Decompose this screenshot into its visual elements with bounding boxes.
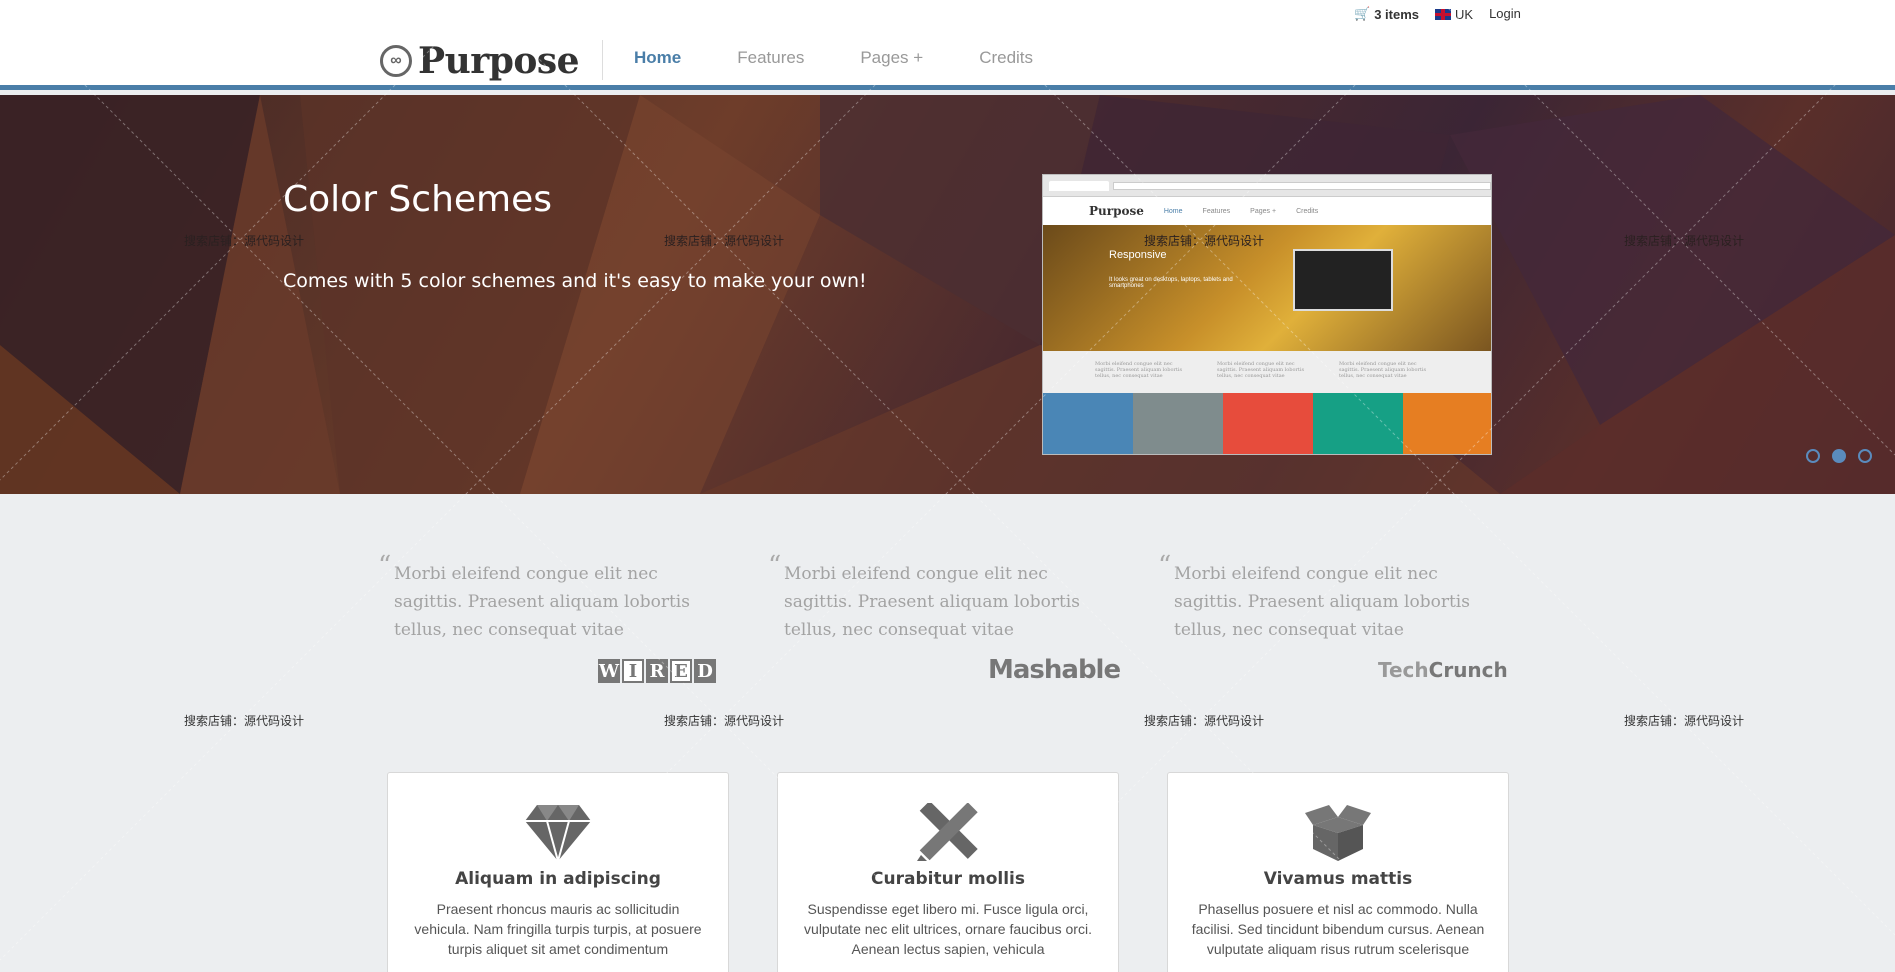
main-nav: Home Features Pages + Credits [634,48,1089,68]
preview-quotes: Morbi eleifend congue elit nec sagittis.… [1043,351,1491,393]
slider-dot-2[interactable] [1832,449,1846,463]
feature-card-2: Curabitur mollis Suspendisse eget libero… [777,772,1119,972]
press-quote-2: “ Morbi eleifend congue elit nec sagitti… [768,551,1080,640]
preview-quote: Morbi eleifend congue elit nec sagittis.… [1339,361,1427,379]
preview-quote: Morbi eleifend congue elit nec sagittis.… [1095,361,1183,379]
infinity-logo-icon: ∞ [380,45,412,77]
watermark: 搜索店铺：源代码设计 [664,234,785,248]
logo-divider [602,40,603,80]
nav-features[interactable]: Features [737,48,804,68]
hero-slider: Color Schemes Comes with 5 color schemes… [0,95,1895,494]
preview-nav-credits: Credits [1296,207,1319,215]
wired-logo: WIRED [598,659,716,683]
feature-title: Aliquam in adipiscing [455,869,661,889]
preview-browser-chrome [1043,175,1491,197]
watermark: 搜索店铺：源代码设计 [1624,714,1745,728]
slide-subtitle: Comes with 5 color schemes and it's easy… [283,270,867,292]
feature-text: Phasellus posuere et nisl ac commodo. Nu… [1191,901,1485,957]
techcrunch-logo: TechCrunch [1378,658,1508,682]
preview-quote: Morbi eleifend congue elit nec sagittis.… [1217,361,1305,379]
slider-dot-1[interactable] [1806,449,1820,463]
swatch-orange [1403,393,1491,454]
low-poly-background [0,95,1895,494]
open-box-icon [1305,805,1371,861]
nav-pages[interactable]: Pages + [860,48,923,68]
brand-name: Purpose [418,40,580,82]
preview-slide-text: It looks great on desktops, laptops, tab… [1109,277,1233,289]
language-selector[interactable]: UK [1435,6,1473,22]
watermark: 搜索店铺：源代码设计 [1624,234,1745,248]
uk-flag-icon [1435,8,1451,20]
preview-header: Purpose Home Features Pages + Credits [1043,197,1491,225]
swatch-teal [1313,393,1403,454]
quote-mark-icon: “ [1158,551,1172,581]
preview-nav-features: Features [1202,207,1231,215]
preview-slide-title: Responsive [1109,249,1167,261]
nav-home[interactable]: Home [634,48,681,68]
preview-nav-home: Home [1163,207,1183,215]
color-schemes-preview-image: Purpose Home Features Pages + Credits Re… [1042,174,1492,455]
quote-mark-icon: “ [768,551,782,581]
watermark: 搜索店铺：源代码设计 [184,234,305,248]
slider-dot-3[interactable] [1858,449,1872,463]
preview-logo: Purpose [1089,204,1144,218]
watermark: 搜索店铺：源代码设计 [664,714,785,728]
swatch-blue [1043,393,1133,454]
watermark: 搜索店铺：源代码设计 [1144,714,1265,728]
preview-tab [1049,180,1109,191]
feature-text: Suspendisse eget libero mi. Fusce ligula… [804,901,1092,957]
preview-hero: Responsive It looks great on desktops, l… [1043,225,1491,351]
site-logo[interactable]: ∞ Purpose [380,40,580,82]
quote-mark-icon: “ [378,551,392,581]
mashable-logo: Mashable [988,655,1121,685]
preview-nav-pages: Pages + [1250,207,1277,215]
site-header: 🛒 3 items UK Login ∞ Purpose Home Featur… [0,0,1895,90]
swatch-red [1223,393,1313,454]
utility-bar: 🛒 3 items UK Login [1354,6,1521,22]
pencil-ruler-icon [917,803,978,861]
cart-icon: 🛒 [1354,6,1371,21]
press-quote-3: “ Morbi eleifend congue elit nec sagitti… [1158,551,1470,640]
diamond-icon [525,805,591,861]
preview-address-bar [1112,181,1491,190]
feature-title: Curabitur mollis [871,869,1025,889]
feature-text: Praesent rhoncus mauris ac sollicitudin … [414,901,702,957]
preview-devices-image [1293,249,1393,311]
watermark: 搜索店铺：源代码设计 [184,714,305,728]
feature-card-3: Vivamus mattis Phasellus posuere et nisl… [1167,772,1509,972]
login-link[interactable]: Login [1489,6,1521,22]
slide-title: Color Schemes [283,179,553,220]
color-swatches [1043,393,1491,454]
feature-title: Vivamus mattis [1263,869,1413,889]
watermark: 搜索店铺：源代码设计 [1144,234,1265,248]
cart-link[interactable]: 🛒 3 items [1354,6,1419,22]
feature-card-1: Aliquam in adipiscing Praesent rhoncus m… [387,772,729,972]
slider-pagination [1806,449,1872,463]
swatch-gray [1133,393,1223,454]
nav-credits[interactable]: Credits [979,48,1033,68]
press-quote-1: “ Morbi eleifend congue elit nec sagitti… [378,551,690,640]
